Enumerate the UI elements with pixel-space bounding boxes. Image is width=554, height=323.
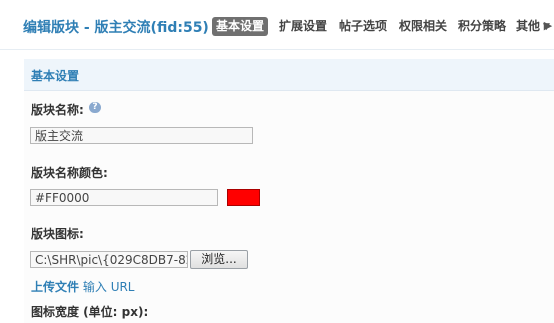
color-swatch[interactable]	[227, 189, 260, 206]
input-link[interactable]: 输入	[83, 280, 107, 294]
scroll-right-icon[interactable]: ▶	[542, 15, 554, 37]
tab-extended-settings[interactable]: 扩展设置	[279, 17, 327, 36]
tab-post-options[interactable]: 帖子选项	[339, 17, 387, 36]
icon-width-label: 图标宽度 (单位: px):	[31, 305, 149, 319]
settings-panel: 基本设置 版块名称: ? 版主交流 版块名称颜色: #FF0000 版块图标: …	[24, 59, 554, 323]
help-icon[interactable]: ?	[89, 102, 101, 113]
tab-credit-policy[interactable]: 积分策略	[458, 17, 506, 36]
forum-icon-label: 版块图标:	[31, 227, 84, 241]
icon-source-links: 上传文件 输入 URL	[31, 278, 135, 295]
name-color-label: 版块名称颜色:	[31, 166, 108, 180]
header-divider	[0, 49, 554, 50]
upload-file-link[interactable]: 上传文件	[31, 280, 79, 294]
section-header: 基本设置	[24, 59, 554, 91]
page-title: 编辑版块 - 版主交流(fid:55)	[23, 20, 209, 36]
tab-other-label: 其他	[516, 19, 541, 33]
top-bar: 编辑版块 - 版主交流(fid:55) 基本设置 扩展设置 帖子选项 权限相关 …	[0, 0, 554, 50]
forum-name-input[interactable]: 版主交流	[30, 127, 253, 144]
forum-icon-path-input[interactable]: C:\SHR\pic\{029C8DB7-8293	[30, 251, 188, 268]
name-color-input[interactable]: #FF0000	[30, 189, 218, 206]
forum-name-label: 版块名称:	[31, 103, 84, 117]
tab-basic-settings[interactable]: 基本设置	[212, 17, 269, 36]
url-link[interactable]: URL	[111, 280, 135, 294]
tab-permissions[interactable]: 权限相关	[399, 17, 447, 36]
browse-button[interactable]: 浏览...	[190, 250, 248, 269]
section-title: 基本设置	[31, 69, 80, 83]
